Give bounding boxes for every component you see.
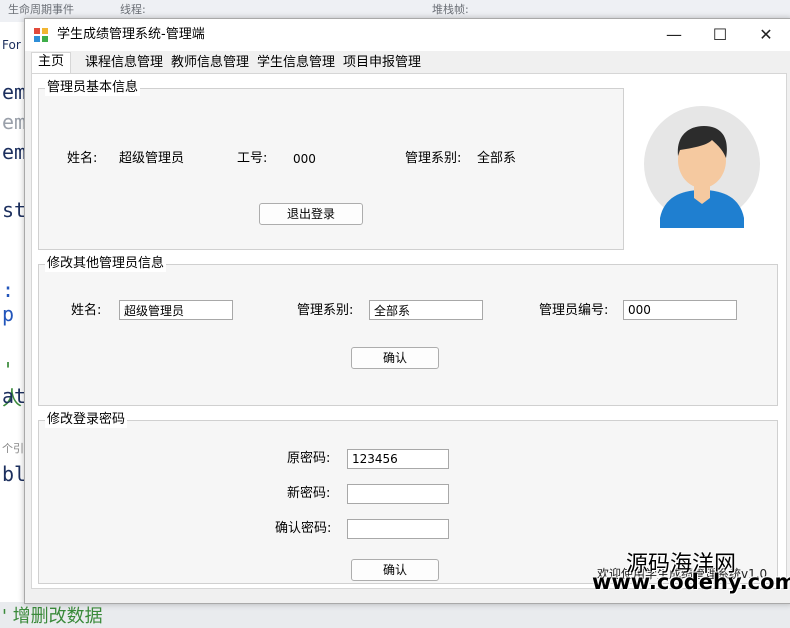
watermark-url: www.codehy.com: [592, 570, 790, 594]
maximize-icon: ☐: [712, 25, 728, 44]
edit-name-label: 姓名:: [71, 303, 102, 318]
edit-no-input[interactable]: [623, 300, 737, 320]
ide-lifecycle-dropdown[interactable]: 生命周期事件: [8, 2, 74, 18]
minimize-icon: —: [666, 25, 682, 44]
edit-dept-label: 管理系别:: [297, 303, 354, 318]
ide-code-editor: For em em em st : p ' 人 at 个引 bl ' 增删改数据: [0, 22, 103, 627]
tab-course-management[interactable]: 课程信息管理: [83, 54, 165, 72]
window-title: 学生成绩管理系统-管理端: [57, 27, 205, 42]
old-password-input[interactable]: [347, 449, 449, 469]
code-line: ' 增删改数据: [2, 606, 103, 627]
code-line: bl: [2, 462, 27, 486]
old-password-label: 原密码:: [287, 451, 331, 466]
tab-teacher-management[interactable]: 教师信息管理: [169, 54, 251, 72]
code-line: em: [2, 110, 27, 134]
code-line: em: [2, 80, 27, 104]
ide-file-tab[interactable]: For: [2, 38, 21, 52]
minimize-button[interactable]: —: [651, 19, 697, 51]
edit-dept-input[interactable]: [369, 300, 483, 320]
id-value: 000: [293, 152, 316, 166]
group-title: 修改其他管理员信息: [45, 256, 167, 272]
code-line: 个引: [2, 442, 24, 455]
tab-project-management[interactable]: 项目申报管理: [341, 54, 423, 72]
edit-no-label: 管理员编号:: [539, 303, 609, 318]
code-line: st: [2, 198, 27, 222]
edit-name-input[interactable]: [119, 300, 233, 320]
close-icon: ✕: [759, 25, 773, 44]
id-label: 工号:: [237, 151, 268, 166]
title-bar[interactable]: 学生成绩管理系统-管理端 — ☐ ✕: [25, 19, 790, 51]
app-icon: [34, 28, 48, 42]
main-window: 学生成绩管理系统-管理端 — ☐ ✕ 主页 课程信息管理 教师信息管理 学生信息…: [24, 18, 790, 604]
edit-confirm-button[interactable]: 确认: [351, 347, 439, 369]
confirm-password-input[interactable]: [347, 519, 449, 539]
ide-thread-label: 线程:: [120, 3, 146, 16]
maximize-button[interactable]: ☐: [697, 19, 743, 51]
new-password-input[interactable]: [347, 484, 449, 504]
home-tab-page: 管理员基本信息 姓名: 超级管理员 工号: 000 管理系别: 全部系 退出登录…: [31, 73, 787, 589]
edit-admin-group: 修改其他管理员信息 姓名: 管理系别: 管理员编号: 确认: [38, 256, 778, 406]
code-line: em: [2, 140, 27, 164]
code-line: : p: [2, 278, 15, 326]
tab-student-management[interactable]: 学生信息管理: [255, 54, 337, 72]
group-title: 管理员基本信息: [45, 80, 141, 96]
user-avatar-icon: [644, 106, 760, 228]
dept-label: 管理系别:: [405, 151, 462, 166]
group-title: 修改登录密码: [45, 412, 128, 428]
avatar: [636, 100, 764, 228]
dept-value: 全部系: [477, 151, 517, 166]
password-confirm-button[interactable]: 确认: [351, 559, 439, 581]
confirm-password-label: 确认密码:: [275, 521, 332, 536]
close-button[interactable]: ✕: [743, 19, 789, 51]
tab-home[interactable]: 主页: [31, 52, 72, 74]
ide-stack-label: 堆栈帧:: [432, 3, 469, 16]
admin-info-group: 管理员基本信息 姓名: 超级管理员 工号: 000 管理系别: 全部系 退出登录: [38, 80, 624, 250]
logout-button[interactable]: 退出登录: [259, 203, 363, 225]
new-password-label: 新密码:: [287, 486, 331, 501]
code-line: at: [2, 384, 27, 408]
name-value: 超级管理员: [119, 151, 185, 166]
name-label: 姓名:: [67, 151, 98, 166]
